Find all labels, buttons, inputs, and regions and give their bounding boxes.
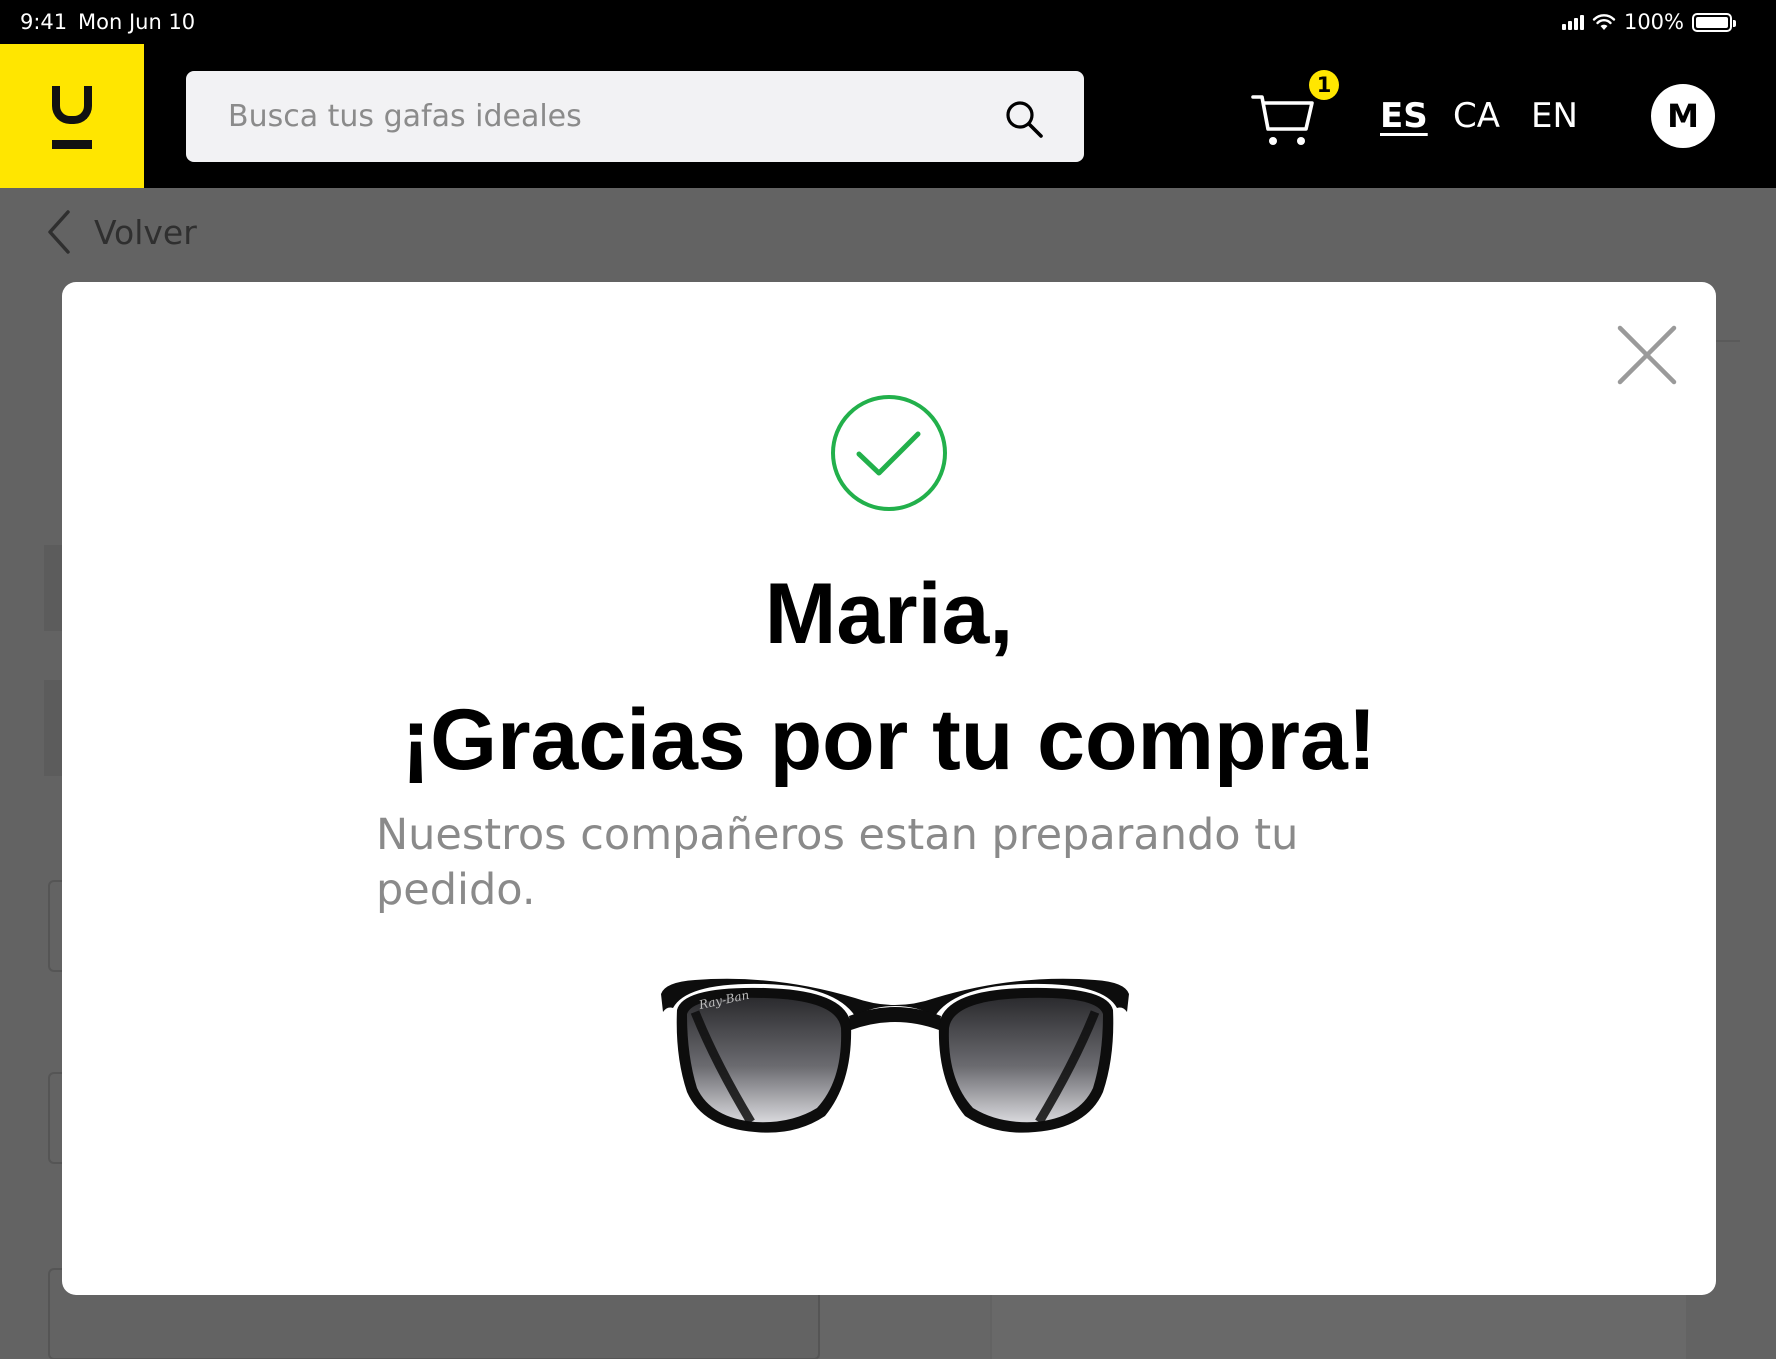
language-en[interactable]: EN <box>1531 96 1578 136</box>
battery-percentage: 100% <box>1623 10 1684 34</box>
background-panel <box>44 545 64 631</box>
modal-subtitle: Nuestros compañeros estan preparando tu … <box>376 810 1299 915</box>
purchase-confirmation-modal: Maria, ¡Gracias por tu compra! Nuestros … <box>62 282 1716 1295</box>
background-panel <box>44 680 64 776</box>
modal-title-name: Maria, <box>764 566 1014 662</box>
logo-underline <box>52 140 92 149</box>
search-icon[interactable] <box>1004 99 1044 139</box>
language-es[interactable]: ES <box>1380 96 1428 136</box>
back-button[interactable]: Volver <box>44 208 197 256</box>
wifi-icon <box>1592 14 1616 30</box>
brand-logo[interactable] <box>0 44 144 188</box>
modal-title-thanks: ¡Gracias por tu compra! <box>401 692 1377 788</box>
cart-count-badge: 1 <box>1309 70 1339 100</box>
status-indicators: 100% <box>1561 10 1736 34</box>
user-avatar[interactable]: M <box>1651 84 1715 148</box>
sunglasses-product-image: Ray-Ban <box>661 978 1129 1133</box>
success-check-icon <box>831 395 947 511</box>
status-time: 9:41 <box>20 10 68 34</box>
search-input[interactable] <box>186 71 1084 162</box>
cellular-signal-icon <box>1561 14 1584 30</box>
background-panel <box>992 1295 1686 1359</box>
background-panel <box>820 1295 990 1359</box>
logo-u-shape <box>52 86 92 124</box>
chevron-left-icon <box>48 210 70 254</box>
cart-icon[interactable] <box>1250 89 1316 149</box>
close-icon[interactable] <box>1612 320 1682 390</box>
battery-icon <box>1692 12 1736 32</box>
top-header: 1 ES CA EN M <box>0 44 1776 188</box>
language-ca[interactable]: CA <box>1453 96 1500 136</box>
status-date: Mon Jun 10 <box>78 10 196 34</box>
status-bar: 9:41 Mon Jun 10 100% <box>0 0 1776 44</box>
back-label: Volver <box>94 212 197 252</box>
